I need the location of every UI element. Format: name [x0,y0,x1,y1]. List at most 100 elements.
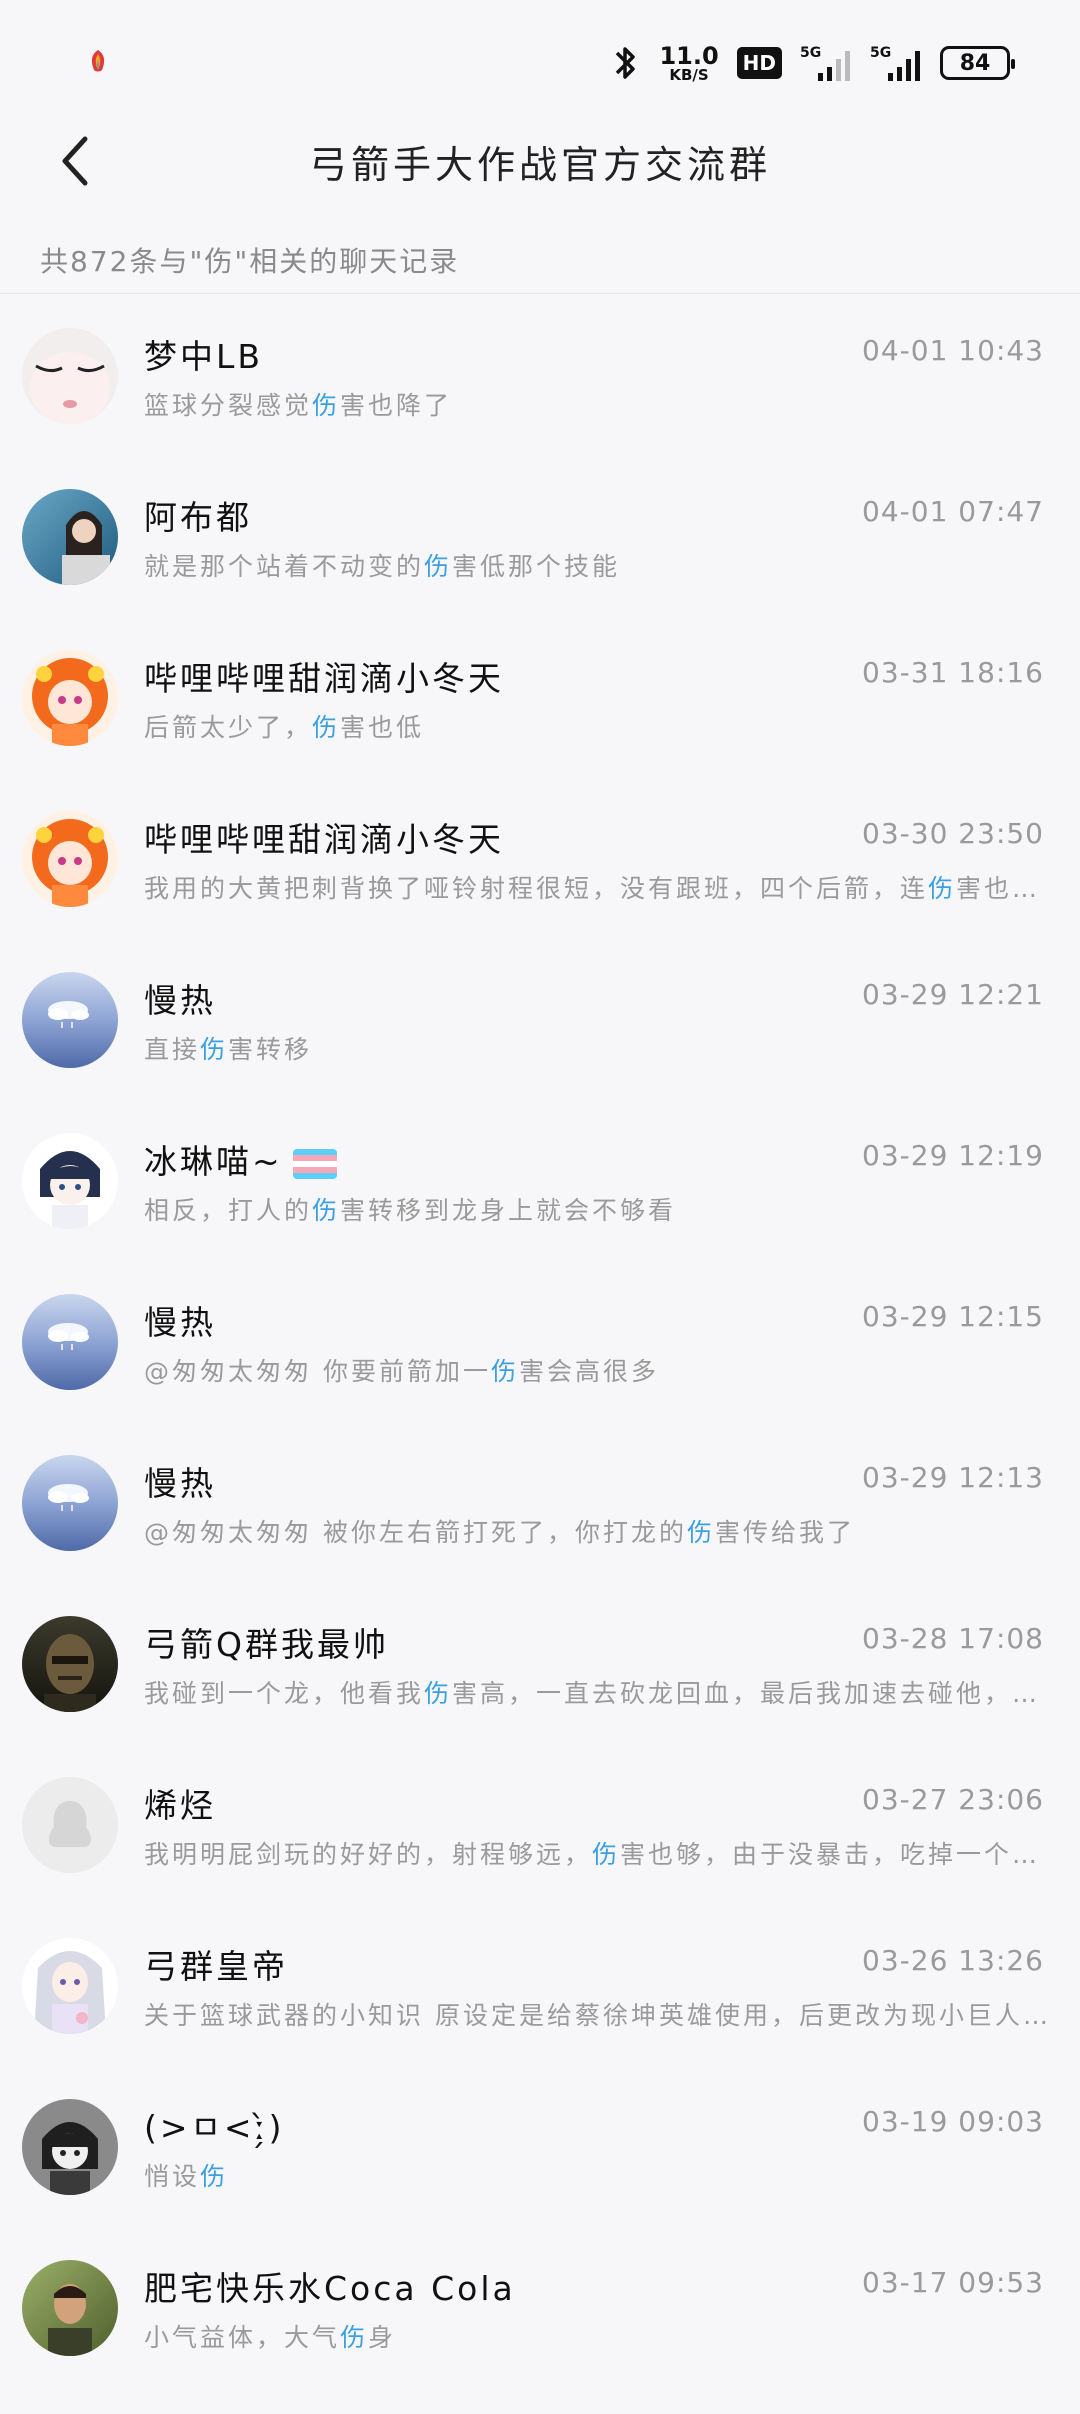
message-time: 03-30 23:50 [862,817,1044,850]
sender-name: 弓群皇帝 [144,1940,288,1988]
chat-record-item[interactable]: 梦中LB 04-01 10:43 篮球分裂感觉伤害也降了 [0,300,1080,461]
status-bar: 11.0 KB/S HD 5G 5G 84 [0,0,1080,120]
keyword-highlight: 伤 [686,1518,715,1547]
sender-name-text: 慢热 [144,1464,216,1503]
message-snippet: 悄设伤 [144,2162,229,2191]
message-time: 03-29 12:15 [862,1300,1044,1333]
message-snippet: 后箭太少了，伤害也低 [144,713,425,742]
avatar[interactable] [22,328,118,424]
keyword-highlight: 伤 [424,1679,453,1708]
message-snippet: 我碰到一个龙，他看我伤害高，一直去砍龙回血，最后我加速去碰他，让… [144,1679,1050,1708]
avatar-blue-sky [22,1455,118,1551]
avatar[interactable] [22,2260,118,2356]
avatar[interactable] [22,811,118,907]
chat-record-item[interactable]: (>ㅁ<ː̗̀) 03-19 09:03 悄设伤 [0,2071,1080,2232]
avatar[interactable] [22,2099,118,2195]
sender-name-text: 慢热 [144,981,216,1020]
net-speed-value: 11.0 [659,41,719,70]
battery-level: 84 [959,50,991,76]
sender-name: 弓箭Q群我最帅 [144,1618,389,1666]
message-snippet: @匆匆太匆匆 被你左右箭打死了，你打龙的伤害传给我了 [144,1518,855,1547]
chat-header: 弓箭手大作战官方交流群 [0,120,1080,206]
keyword-highlight: 伤 [312,391,341,420]
sender-name: 哔哩哔哩甜润滴小冬天 [144,652,504,700]
signal-icon-1: 5G [800,43,852,83]
sender-name-text: 弓箭Q群我最帅 [144,1625,389,1664]
sender-name-text: 肥宅快乐水Coca Cola [144,2269,516,2308]
chat-record-list: 梦中LB 04-01 10:43 篮球分裂感觉伤害也降了 阿布都 04-01 07:47… [0,300,1080,2393]
message-time: 03-19 09:03 [862,2105,1044,2138]
message-time: 03-29 12:21 [862,978,1044,1011]
avatar-anime-orange-hair [22,650,118,746]
chat-record-item[interactable]: 阿布都 04-01 07:47 就是那个站着不动变的伤害低那个技能 [0,461,1080,622]
chat-record-item[interactable]: 慢热 03-29 12:13 @匆匆太匆匆 被你左右箭打死了，你打龙的伤害传给我了 [0,1427,1080,1588]
sender-name-text: (>ㅁ<ː̗̀) [144,2108,285,2147]
sender-name: (>ㅁ<ː̗̀) [144,2101,285,2149]
chat-record-item[interactable]: 肥宅快乐水Coca Cola 03-17 09:53 小气益体，大气伤身 [0,2232,1080,2393]
chat-record-item[interactable]: 慢热 03-29 12:15 @匆匆太匆匆 你要前箭加一伤害会高很多 [0,1266,1080,1427]
message-snippet: 小气益体，大气伤身 [144,2323,397,2352]
avatar[interactable] [22,1133,118,1229]
keyword-highlight: 伤 [592,1840,621,1869]
message-snippet: 直接伤害转移 [144,1035,313,1064]
sender-name-text: 阿布都 [144,498,252,537]
divider [0,293,1080,294]
sender-name: 冰琳喵~ [144,1135,337,1183]
sender-name: 肥宅快乐水Coca Cola [144,2262,516,2310]
avatar[interactable] [22,1294,118,1390]
message-snippet: 我明明屁剑玩的好好的，射程够远，伤害也够，由于没暴击，吃掉一个… [144,1840,1041,1869]
message-snippet: 关于篮球武器的小知识 原设定是给蔡徐坤英雄使用，后更改为现小巨人… [144,2001,1050,2030]
back-button[interactable] [40,126,110,196]
message-time: 03-26 13:26 [862,1944,1044,1977]
keyword-highlight: 伤 [424,552,453,581]
search-result-summary: 共872条与"伤"相关的聊天记录 [40,245,460,278]
keyword-highlight: 伤 [340,2323,369,2352]
message-time: 04-01 10:43 [862,334,1044,367]
sender-name-text: 慢热 [144,1303,216,1342]
chat-record-item[interactable]: 烯烃 03-27 23:06 我明明屁剑玩的好好的，射程够远，伤害也够，由于没暴击，… [0,1749,1080,1910]
message-time: 03-29 12:19 [862,1139,1044,1172]
sender-name-text: 弓群皇帝 [144,1947,288,1986]
chat-record-item[interactable]: 冰琳喵~ 03-29 12:19 相反，打人的伤害转移到龙身上就会不够看 [0,1105,1080,1266]
chat-record-item[interactable]: 慢热 03-29 12:21 直接伤害转移 [0,944,1080,1105]
hd-voice-badge: HD [736,47,782,79]
message-time: 03-17 09:53 [862,2266,1044,2299]
avatar-blue-sky [22,972,118,1068]
net-speed-unit: KB/S [669,65,709,84]
avatar[interactable] [22,1777,118,1873]
avatar[interactable] [22,1455,118,1551]
net-speed: 11.0 KB/S [659,44,718,83]
chat-record-item[interactable]: 弓群皇帝 03-26 13:26 关于篮球武器的小知识 原设定是给蔡徐坤英雄使用，后… [0,1910,1080,2071]
sender-name-text: 哔哩哔哩甜润滴小冬天 [144,820,504,859]
avatar[interactable] [22,1938,118,2034]
message-time: 04-01 07:47 [862,495,1044,528]
sender-name: 慢热 [144,1457,216,1505]
avatar[interactable] [22,1616,118,1712]
sender-name-text: 梦中LB [144,337,264,376]
chat-record-item[interactable]: 哔哩哔哩甜润滴小冬天 03-31 18:16 后箭太少了，伤害也低 [0,622,1080,783]
keyword-highlight: 伤 [928,874,957,903]
message-snippet: 相反，打人的伤害转移到龙身上就会不够看 [144,1196,677,1225]
avatar[interactable] [22,650,118,746]
avatar[interactable] [22,972,118,1068]
avatar-anime-dark-hair [22,1133,118,1229]
keyword-highlight: 伤 [312,1196,341,1225]
avatar-anime-silver-hair [22,1938,118,2034]
avatar-anime-mono [22,2099,118,2195]
message-snippet: @匆匆太匆匆 你要前箭加一伤害会高很多 [144,1357,659,1386]
sender-name-text: 冰琳喵~ [144,1142,283,1181]
battery-icon: 84 [940,46,1015,80]
back-arrow-icon [62,136,88,186]
keyword-highlight: 伤 [200,1035,229,1064]
avatar-default-penguin [22,1777,118,1873]
message-time: 03-29 12:13 [862,1461,1044,1494]
avatar-face-closeup [22,328,118,424]
avatar-man-dark [22,1616,118,1712]
sender-name: 慢热 [144,974,216,1022]
avatar-blue-sky [22,1294,118,1390]
message-snippet: 我用的大黄把刺背换了哑铃射程很短，没有跟班，四个后箭，连伤害也不… [144,874,1050,903]
signal-icon-2: 5G [870,43,922,83]
avatar[interactable] [22,489,118,585]
chat-record-item[interactable]: 弓箭Q群我最帅 03-28 17:08 我碰到一个龙，他看我伤害高，一直去砍龙回血，… [0,1588,1080,1749]
chat-record-item[interactable]: 哔哩哔哩甜润滴小冬天 03-30 23:50 我用的大黄把刺背换了哑铃射程很短，没有… [0,783,1080,944]
